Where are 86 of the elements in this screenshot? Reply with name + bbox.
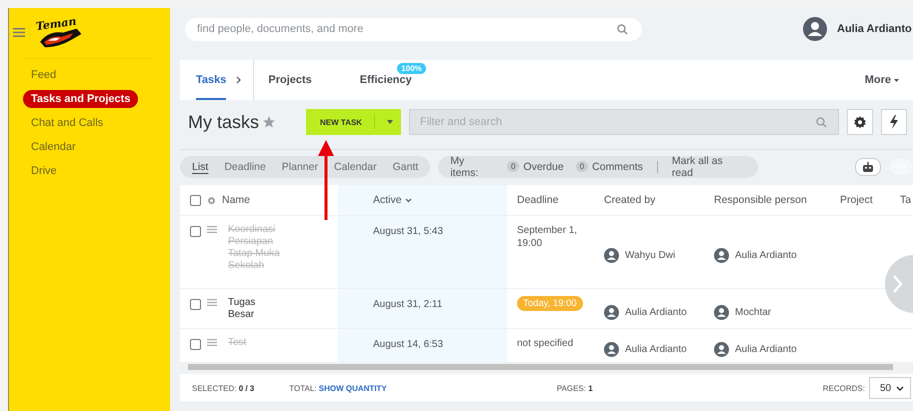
search-field[interactable]: find people, documents, and more (185, 18, 642, 40)
checkbox[interactable] (190, 299, 201, 310)
person-name[interactable]: Aulia Ardianto (735, 344, 797, 354)
robot-icon (862, 162, 874, 172)
view-tab[interactable]: Planner (282, 160, 318, 172)
chevron-right-icon (893, 275, 903, 293)
records-label: RECORDS: (822, 384, 865, 392)
selected-count: SELECTED: 0 / 3 (192, 384, 254, 392)
checkbox[interactable] (190, 226, 201, 237)
table-cell: August 14, 6:53 (373, 339, 444, 350)
tab[interactable]: Efficiency 100% (360, 60, 426, 100)
view-tab[interactable]: Deadline (224, 160, 266, 172)
table-cell[interactable]: not specified (517, 337, 587, 350)
tab[interactable]: Projects (268, 60, 326, 100)
drag-handle-icon[interactable] (207, 299, 217, 306)
avatar-icon (604, 248, 619, 263)
column-header[interactable]: Responsible person (714, 194, 807, 206)
counter-label: Comments (592, 160, 643, 172)
caret-icon (894, 78, 899, 82)
avatar-icon (714, 342, 729, 356)
scrollbar[interactable] (180, 363, 913, 371)
view-tab[interactable]: Calendar (334, 160, 377, 172)
table-cell[interactable]: September 1, 19:00 (517, 224, 587, 250)
checkbox[interactable] (190, 194, 201, 206)
logo: Teman (35, 14, 85, 50)
user-name[interactable]: Aulia Ardianto (837, 23, 912, 35)
sidebar-item[interactable]: Calendar (23, 138, 84, 156)
person-name[interactable]: Aulia Ardianto (625, 344, 687, 354)
caret-icon[interactable] (387, 120, 393, 124)
gear-icon (853, 115, 868, 129)
person-name[interactable]: Aulia Ardianto (735, 250, 797, 261)
page-title: My tasks (188, 112, 260, 132)
total-label: TOTAL: (289, 384, 317, 392)
person-name[interactable]: Aulia Ardianto (625, 306, 687, 318)
table-cell: August 31, 2:11 (373, 299, 442, 310)
column-header[interactable]: Project (840, 194, 873, 206)
new-task-button[interactable]: NEW TASK (306, 109, 402, 135)
view-tab[interactable]: List (192, 160, 208, 172)
column-header[interactable]: Name (222, 194, 250, 206)
search-icon (816, 117, 828, 128)
more-menu[interactable]: More (864, 60, 899, 100)
column-header[interactable]: Deadline (517, 194, 558, 206)
drag-handle-icon[interactable] (207, 339, 217, 346)
counter-label: Overdue (523, 160, 564, 172)
person-name[interactable]: Mochtar (735, 306, 772, 318)
mark-read-link[interactable]: Mark all as read (672, 154, 746, 178)
sidebar-item[interactable]: Tasks and Projects (23, 90, 138, 108)
column-header[interactable]: Created by (604, 194, 656, 206)
avatar-icon (714, 248, 729, 263)
person-name[interactable]: Wahyu Dwi (625, 250, 676, 261)
menu-icon[interactable] (13, 28, 25, 36)
column-header[interactable]: Ta (900, 194, 912, 206)
records-select[interactable]: 50 (869, 377, 911, 399)
count-badge: 0 (576, 161, 588, 172)
sidebar-item[interactable]: Chat and Calls (23, 114, 112, 132)
show-quantity-link[interactable]: SHOW QUANTITY (318, 384, 387, 392)
column-header[interactable]: Active (373, 194, 412, 206)
view-tab[interactable]: Gantt (392, 160, 418, 172)
sidebar-item[interactable]: Drive (23, 162, 65, 180)
sort-icon (404, 198, 412, 203)
avatar-icon (604, 304, 619, 320)
task-name[interactable]: Tugas Besar (228, 297, 284, 321)
chevron-down-icon (896, 386, 904, 390)
counters-label: My items: (450, 154, 480, 178)
counter-link[interactable]: 0 Overdue (506, 160, 564, 172)
lightning-button[interactable] (881, 109, 908, 135)
robot-button[interactable] (855, 158, 882, 176)
table-cell: August 31, 5:43 (373, 226, 444, 237)
gear-icon[interactable] (207, 196, 216, 204)
avatar-icon (714, 304, 729, 320)
drag-handle-icon[interactable] (207, 226, 217, 233)
lightning-icon (889, 115, 900, 129)
counter-link[interactable]: 0 Comments (576, 160, 643, 172)
chevron-right-icon (236, 76, 242, 84)
sidebar-item[interactable]: Feed (23, 66, 64, 84)
count-badge: 0 (506, 161, 520, 172)
pages-count: PAGES: 1 (556, 384, 593, 392)
settings-button[interactable] (847, 109, 874, 135)
filter-field[interactable]: Filter and search (409, 109, 840, 135)
tab[interactable]: Tasks (196, 60, 226, 100)
percent-badge: 100% (397, 63, 426, 74)
search-icon (617, 24, 628, 34)
avatar-icon[interactable] (803, 17, 827, 41)
avatar-icon (604, 342, 619, 356)
checkbox[interactable] (190, 339, 201, 350)
star-icon[interactable] (262, 115, 276, 129)
